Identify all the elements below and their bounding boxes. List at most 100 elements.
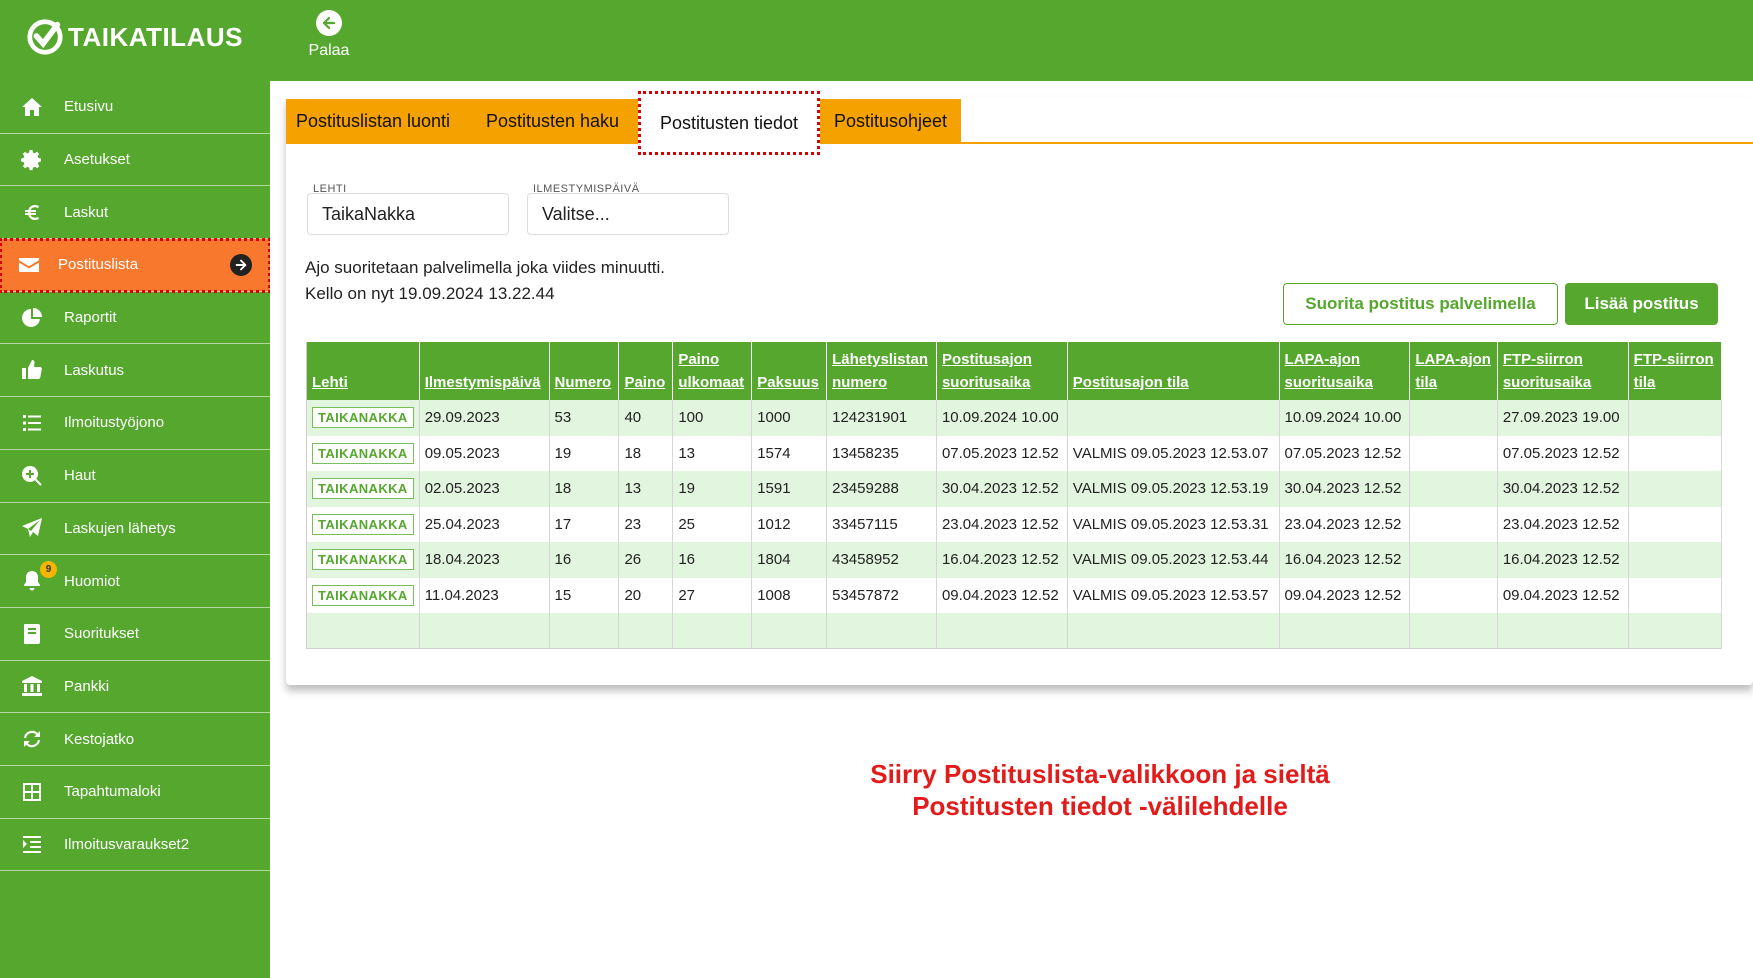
sidebar-item-postituslista[interactable]: Postituslista <box>0 238 271 293</box>
sidebar-item-raportit[interactable]: Raportit <box>0 292 270 345</box>
column-header[interactable]: Numero <box>549 342 620 400</box>
table-row[interactable]: TAIKANAKKA 09.05.2023 19 18 13 1574 13458235 07… <box>306 435 1723 471</box>
table-cell: 18 <box>549 471 620 507</box>
table-cell <box>1409 435 1498 471</box>
tab-postituslistan-luonti[interactable]: Postituslistan luonti <box>286 99 460 144</box>
tab-label: Postitusten haku <box>485 111 620 131</box>
sidebar-item-label: Raportit <box>64 309 117 327</box>
table-cell: VALMIS 09.05.2023 12.53.31 <box>1067 506 1280 542</box>
sidebar-item-label: Laskut <box>64 203 109 221</box>
tab-postitusohjeet[interactable]: Postitusohjeet <box>820 99 961 144</box>
ilmestymispaiva-select[interactable]: Valitse... <box>527 193 729 235</box>
sidebar-item-laskut[interactable]: Laskut <box>0 186 270 240</box>
table-cell: 09.04.2023 12.52 <box>1497 577 1629 613</box>
search-plus-icon <box>0 464 64 488</box>
table-row[interactable]: TAIKANAKKA 25.04.2023 17 23 25 1012 33457115 23… <box>306 506 1723 542</box>
sidebar-item-ilmoitusvaraukset2[interactable]: Ilmoitusvaraukset2 <box>0 819 270 872</box>
table-cell: 53457872 <box>826 577 937 613</box>
table-cell: 30.04.2023 12.52 <box>1497 471 1629 507</box>
table-cell: TAIKANAKKA <box>306 471 420 507</box>
info-current-time: Kello on nyt 19.09.2024 13.22.44 <box>305 284 555 303</box>
sidebar-item-label: Laskujen lähetys <box>64 519 176 537</box>
tab-postitusten-tiedot[interactable]: Postitusten tiedot <box>638 91 820 155</box>
book-icon <box>0 622 64 646</box>
table-cell: 26 <box>618 542 674 578</box>
column-header[interactable]: FTP-siirron tila <box>1628 342 1723 400</box>
sidebar-item-asetukset[interactable]: Asetukset <box>0 134 270 187</box>
column-header[interactable]: LAPA-ajon tila <box>1409 342 1498 400</box>
sidebar-item-huomiot[interactable]: 9 Huomiot <box>0 555 270 608</box>
lehti-tag[interactable]: TAIKANAKKA <box>312 584 414 606</box>
sidebar-item-laskutus[interactable]: Laskutus <box>0 344 270 398</box>
column-header[interactable]: Lehti <box>306 342 420 400</box>
column-header[interactable]: Paino ulkomaat <box>672 342 753 400</box>
table-cell: 1000 <box>751 400 828 436</box>
tab-label: Postitusten tiedot <box>659 112 799 133</box>
table-cell: 15 <box>549 577 620 613</box>
sidebar-item-haut[interactable]: Haut <box>0 450 270 503</box>
logo[interactable]: TAIKATILAUS <box>26 18 243 56</box>
sidebar-item-laskujen-lähetys[interactable]: Laskujen lähetys <box>0 503 270 556</box>
lehti-tag[interactable]: TAIKANAKKA <box>312 478 414 500</box>
refresh-icon <box>0 727 64 751</box>
table-row[interactable]: TAIKANAKKA 02.05.2023 18 13 19 1591 23459288 30… <box>306 471 1723 507</box>
lehti-tag[interactable]: TAIKANAKKA <box>312 513 414 535</box>
table-cell <box>1409 400 1498 436</box>
table-cell: 23459288 <box>826 471 937 507</box>
logo-text: TAIKATILAUS <box>68 21 243 52</box>
table-cell: 09.05.2023 <box>419 435 550 471</box>
run-on-server-button[interactable]: Suorita postitus palvelimella <box>1283 283 1558 325</box>
table-cell <box>549 613 620 648</box>
tab-label: Postitusohjeet <box>833 111 948 131</box>
table-cell: 124231901 <box>826 400 937 436</box>
table-cell <box>1628 400 1723 436</box>
column-header[interactable]: Paksuus <box>751 342 828 400</box>
back-label: Palaa <box>308 42 350 59</box>
lehti-tag[interactable]: TAIKANAKKA <box>312 442 414 464</box>
column-header[interactable]: FTP-siirron suoritusaika <box>1497 342 1629 400</box>
table-cell: 17 <box>549 506 620 542</box>
sidebar-item-label: Asetukset <box>64 151 130 169</box>
logo-icon <box>27 19 63 55</box>
table-row[interactable]: TAIKANAKKA 11.04.2023 15 20 27 1008 53457872 09… <box>306 577 1723 613</box>
mailings-table: Lehti Ilmestymispäivä Numero Paino Paino ulk… <box>306 342 1723 649</box>
table-row[interactable]: TAIKANAKKA 18.04.2023 16 26 16 1804 43458952 16… <box>306 542 1723 578</box>
sidebar-item-label: Etusivu <box>64 98 114 116</box>
table-cell: 1012 <box>751 506 828 542</box>
tab-bar: Postituslistan luonti Postitusten haku P… <box>286 91 1753 155</box>
sidebar-item-pankki[interactable]: Pankki <box>0 661 270 714</box>
table-cell <box>826 613 937 648</box>
sidebar-item-ilmoitustyöjono[interactable]: Ilmoitustyöjono <box>0 397 270 450</box>
table-cell <box>1628 435 1723 471</box>
table-cell: 1804 <box>751 542 828 578</box>
column-header[interactable]: Ilmestymispäivä <box>419 342 550 400</box>
table-cell <box>1628 506 1723 542</box>
column-header[interactable]: LAPA-ajon suoritusaika <box>1279 342 1411 400</box>
table-cell: 07.05.2023 12.52 <box>1497 435 1629 471</box>
sidebar-item-label: Postituslista <box>58 256 139 274</box>
table-cell: 02.05.2023 <box>419 471 550 507</box>
add-mailing-button[interactable]: Lisää postitus <box>1565 283 1718 325</box>
table-cell <box>672 613 753 648</box>
table-cell: 10.09.2024 10.00 <box>936 400 1068 436</box>
table-cell: TAIKANAKKA <box>306 435 420 471</box>
column-header[interactable]: Paino <box>618 342 674 400</box>
sidebar-item-etusivu[interactable]: Etusivu <box>0 81 270 134</box>
back-button[interactable]: Palaa <box>300 10 358 60</box>
lehti-tag[interactable]: TAIKANAKKA <box>312 549 414 571</box>
sidebar-item-label: Tapahtumaloki <box>64 783 161 801</box>
lehti-select[interactable]: TaikaNakka <box>307 193 509 235</box>
column-header[interactable]: Lähetyslistan numero <box>826 342 937 400</box>
tab-postitusten-haku[interactable]: Postitusten haku <box>460 99 645 144</box>
table-cell: TAIKANAKKA <box>306 577 420 613</box>
sidebar-item-kestojatko[interactable]: Kestojatko <box>0 713 270 766</box>
column-header[interactable]: Postitusajon tila <box>1067 342 1280 400</box>
sidebar-item-tapahtumaloki[interactable]: Tapahtumaloki <box>0 766 270 819</box>
column-header[interactable]: Postitusajon suoritusaika <box>936 342 1068 400</box>
table-cell <box>1409 613 1498 648</box>
table-row[interactable]: TAIKANAKKA 29.09.2023 53 40 100 1000 124231901… <box>306 400 1723 436</box>
sidebar-item-suoritukset[interactable]: Suoritukset <box>0 608 270 661</box>
lehti-tag[interactable]: TAIKANAKKA <box>312 407 414 429</box>
table-cell: 23.04.2023 12.52 <box>1497 506 1629 542</box>
paper-plane-icon <box>0 516 64 540</box>
